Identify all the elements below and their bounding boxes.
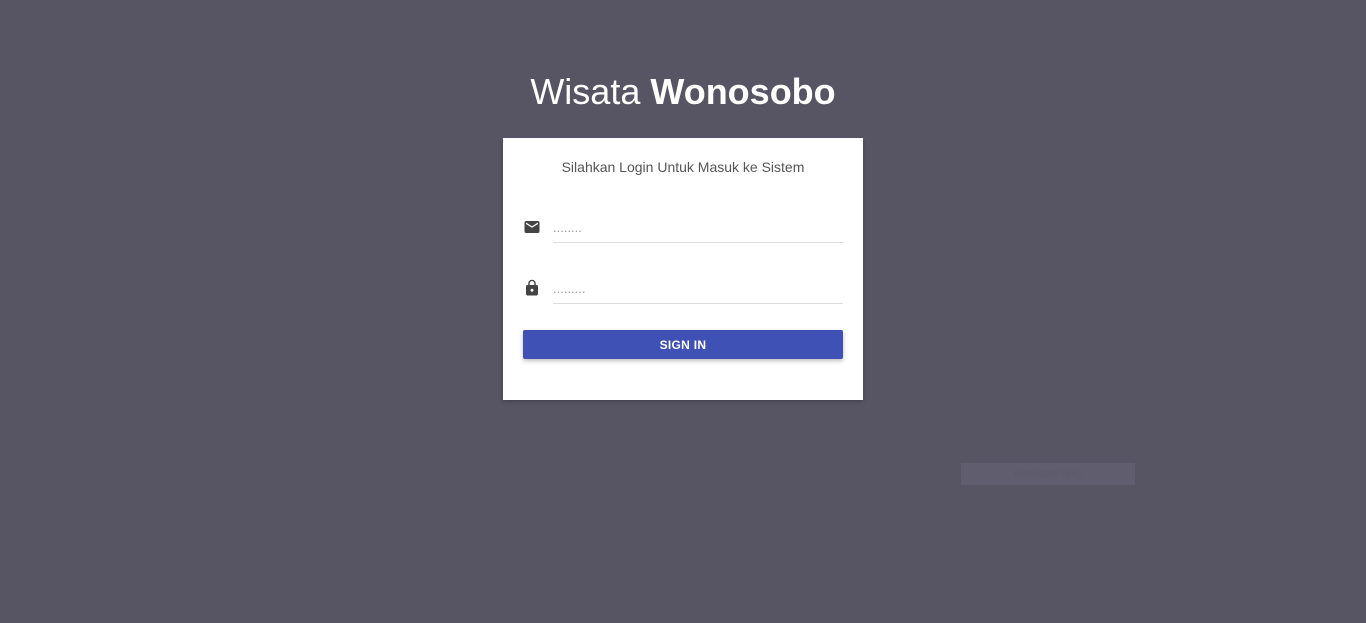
snip-overlay: Windows Snip bbox=[961, 463, 1135, 485]
app-title-bold: Wonosobo bbox=[650, 71, 836, 112]
password-row bbox=[523, 273, 843, 305]
login-message: Silahkan Login Untuk Masuk ke Sistem bbox=[561, 159, 805, 175]
app-title-light: Wisata bbox=[530, 71, 641, 112]
password-field[interactable] bbox=[553, 273, 843, 304]
email-row bbox=[523, 212, 843, 244]
envelope-icon bbox=[523, 218, 541, 236]
email-field[interactable] bbox=[553, 212, 843, 243]
app-title: Wisata Wonosobo bbox=[0, 70, 1366, 114]
sign-in-button[interactable]: SIGN IN bbox=[523, 330, 843, 359]
login-page: Wisata Wonosobo Silahkan Login Untuk Mas… bbox=[0, 0, 1366, 623]
lock-icon bbox=[523, 279, 541, 297]
login-card: Silahkan Login Untuk Masuk ke Sistem SIG… bbox=[503, 138, 863, 400]
